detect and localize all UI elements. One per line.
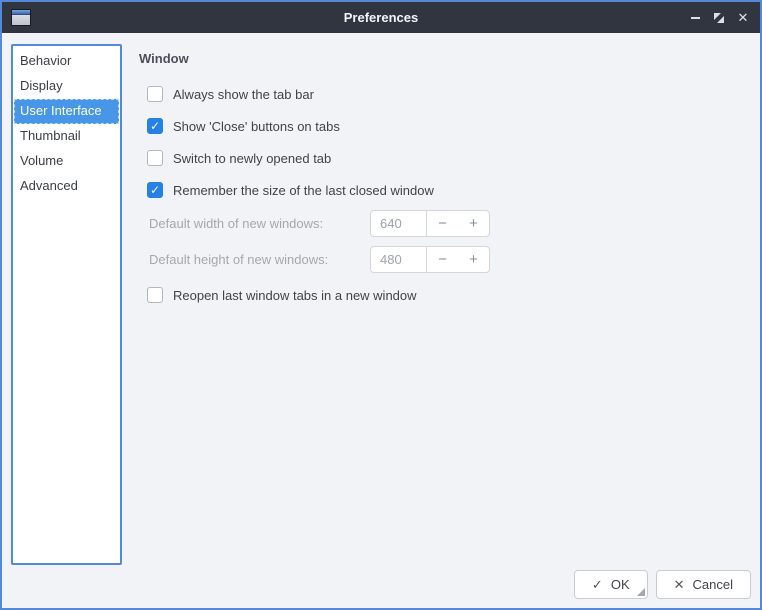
checkbox-reopen-last-tabs[interactable]: ✓: [147, 287, 163, 303]
checkbox-label[interactable]: Show 'Close' buttons on tabs: [173, 119, 340, 134]
default-height-spinbox: − +: [370, 246, 490, 273]
checkbox-label[interactable]: Always show the tab bar: [173, 87, 314, 102]
default-width-input[interactable]: [371, 211, 427, 236]
sidebar-item-display[interactable]: Display: [14, 74, 119, 99]
row-switch-to-new-tab: ✓ Switch to newly opened tab: [147, 150, 331, 166]
default-button-marker: [637, 588, 645, 596]
dialog-buttons: ✓ OK ✕ Cancel: [574, 570, 751, 599]
row-default-height: Default height of new windows: − +: [149, 246, 490, 273]
window-app-icon-bar: [12, 10, 30, 15]
section-title-window: Window: [139, 51, 189, 66]
titlebar-controls: ✕: [687, 10, 751, 26]
row-remember-window-size: ✓ Remember the size of the last closed w…: [147, 182, 434, 198]
default-width-spinbox: − +: [370, 210, 490, 237]
minimize-button[interactable]: [687, 10, 703, 26]
spin-increment-button[interactable]: +: [458, 211, 489, 236]
cancel-button[interactable]: ✕ Cancel: [656, 570, 751, 599]
spin-increment-button[interactable]: +: [458, 247, 489, 272]
sidebar-item-behavior[interactable]: Behavior: [14, 49, 119, 74]
checkbox-switch-to-new-tab[interactable]: ✓: [147, 150, 163, 166]
check-icon: ✓: [150, 120, 160, 132]
spin-decrement-button[interactable]: −: [427, 211, 458, 236]
window-app-icon: [11, 9, 31, 26]
row-reopen-last-tabs: ✓ Reopen last window tabs in a new windo…: [147, 287, 417, 303]
checkbox-remember-window-size[interactable]: ✓: [147, 182, 163, 198]
minimize-icon: [691, 17, 700, 19]
cancel-x-icon: ✕: [674, 577, 685, 593]
checkbox-label[interactable]: Reopen last window tabs in a new window: [173, 288, 417, 303]
check-icon: ✓: [150, 184, 160, 196]
sidebar-item-user-interface[interactable]: User Interface: [14, 99, 119, 124]
row-default-width: Default width of new windows: − +: [149, 210, 490, 237]
checkbox-label[interactable]: Switch to newly opened tab: [173, 151, 331, 166]
spin-decrement-button[interactable]: −: [427, 247, 458, 272]
row-show-close-buttons: ✓ Show 'Close' buttons on tabs: [147, 118, 340, 134]
ok-check-icon: ✓: [592, 577, 603, 593]
restore-icon: [713, 12, 725, 24]
checkbox-show-close-buttons[interactable]: ✓: [147, 118, 163, 134]
cancel-button-label: Cancel: [693, 577, 733, 592]
default-height-input[interactable]: [371, 247, 427, 272]
sidebar-item-thumbnail[interactable]: Thumbnail: [14, 124, 119, 149]
row-always-show-tab-bar: ✓ Always show the tab bar: [147, 86, 314, 102]
default-width-label: Default width of new windows:: [149, 216, 364, 231]
close-button[interactable]: ✕: [735, 10, 751, 26]
default-height-label: Default height of new windows:: [149, 252, 364, 267]
window-title: Preferences: [2, 10, 760, 25]
category-list[interactable]: Behavior Display User Interface Thumbnai…: [11, 44, 122, 565]
restore-button[interactable]: [711, 10, 727, 26]
preferences-dialog: Preferences ✕ Behavior Display User Inte…: [0, 0, 762, 610]
checkbox-always-show-tab-bar[interactable]: ✓: [147, 86, 163, 102]
checkbox-label[interactable]: Remember the size of the last closed win…: [173, 183, 434, 198]
sidebar-item-advanced[interactable]: Advanced: [14, 174, 119, 199]
sidebar-item-volume[interactable]: Volume: [14, 149, 119, 174]
titlebar[interactable]: Preferences ✕: [2, 2, 760, 33]
dialog-body: Behavior Display User Interface Thumbnai…: [2, 33, 760, 608]
ok-button-label: OK: [611, 577, 630, 592]
ok-button[interactable]: ✓ OK: [574, 570, 648, 599]
